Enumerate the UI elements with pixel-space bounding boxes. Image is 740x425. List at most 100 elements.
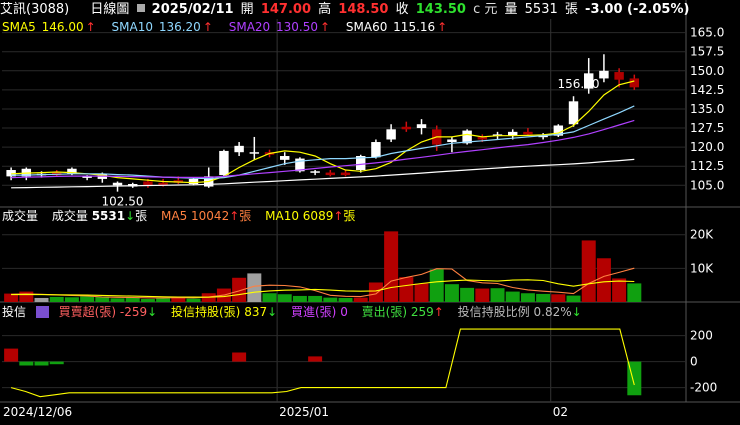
legend-sma20-arrow: ↑ [320,20,331,34]
inst-net-bar [308,356,323,362]
volume-bar [490,288,505,302]
open-value: 147.00 [260,2,311,17]
candle-body [219,150,229,176]
net-arrow: ↓ [147,305,158,319]
close-label: 收 [395,2,409,17]
candle-body [249,152,260,154]
candle-body [599,70,609,79]
inst-net-bar [4,348,19,362]
legend-sma5-arrow: ↑ [85,20,96,34]
legend-sma10-arrow: ↑ [202,20,213,34]
ma10-label: MA10 [265,209,299,223]
inst-tick-label: 200 [690,329,713,343]
price-tick-label: 120.0 [690,140,724,154]
candle-body [447,139,457,143]
net-label: 買賣超(張) [58,305,117,319]
candle-body [325,172,336,176]
volume-bar [262,293,277,302]
price-annotation: 156.50 [558,77,600,91]
inst-net-bar [19,361,34,366]
x-axis-label: 2024/12/06 [3,405,72,419]
close-value: 143.50 [415,2,466,17]
volume-panel-title: 成交量 [2,209,39,223]
change-value: -3.00 (-2.05%) [585,2,690,17]
menu-icon[interactable] [35,306,49,318]
volume-bar [384,231,399,302]
price-tick-label: 112.5 [690,159,724,173]
volume-value: 5531 [91,209,126,223]
institutional-title: 投信 [2,305,27,319]
x-axis-label: 02 [553,405,568,419]
volume-legend: 成交量 成交量 5531↓張 MA5 10042↑張 MA10 6089↑張 [2,208,355,224]
volume-bar [612,278,627,302]
high-label: 高 [318,2,332,17]
volume-bar [110,298,125,302]
legend-sma5-value: 146.00 [41,20,84,34]
ma5-value: 10042 [191,209,230,223]
open-label: 開 [240,2,254,17]
buy-label: 買進(張) [291,305,337,319]
candle-body [234,145,244,153]
volume-bar [80,296,95,302]
volume-tick-label: 20K [690,228,714,242]
candle-body [401,126,412,130]
volume-tick-label: 10K [690,261,714,275]
ma10-arrow: ↑ [333,209,344,223]
price-tick-label: 150.0 [690,64,724,78]
price-tick-label: 105.0 [690,178,724,192]
candle-body [568,101,579,125]
holding-value: 837 [244,305,268,319]
candle-body [416,124,427,129]
candle-body [112,182,123,186]
candle-body [310,171,320,173]
ratio-label: 投信持股比例 [457,305,530,319]
ma5-label: MA5 [161,209,188,223]
volume-bar [64,297,79,302]
volume-bar [627,283,642,302]
sell-label: 賣出(張) [361,305,408,319]
price-tick-label: 165.0 [690,26,724,40]
stock-name[interactable]: 艾訊(3088) [0,2,69,17]
volume-bar [292,295,307,302]
volume-bar [353,297,368,302]
inst-tick-label: -200 [690,381,717,395]
volume-bar [581,240,596,302]
inst-net-bar [232,352,247,362]
ratio-value: 0.82% [533,305,572,319]
volume-bar [186,298,201,302]
volume-value: 5531 [524,2,558,17]
candle-body [340,172,351,176]
candle-body [386,129,396,140]
volume-bar [308,295,323,302]
volume-bar [551,294,566,302]
volume-bar [125,297,140,302]
quote-date: 2025/02/11 [151,2,234,17]
ma-line-sma20 [11,119,635,179]
chart-kind[interactable]: 日線圖 [90,2,129,17]
volume-ma5-line [11,267,635,299]
volume-unit: 張 [564,2,578,17]
volume-label: 量 [504,2,518,17]
legend-sma20-label: SMA20 [228,20,271,34]
volume-bar [156,298,171,302]
volume-bar [323,297,338,302]
candle-body [629,78,640,88]
volume-bar [444,284,459,302]
volume-bar [277,294,292,302]
price-annotation: 102.50 [102,195,144,209]
x-axis-label: 2025/01 [279,405,329,419]
legend-sma10-label: SMA10 [111,20,153,34]
buy-value: 0 [340,305,348,319]
volume-arrow: ↓ [125,209,136,223]
sell-value: 259 [410,305,434,319]
ma10-value: 6089 [302,209,334,223]
volume-bar [505,291,520,302]
legend-sma10-value: 136.20 [158,20,201,34]
price-tick-label: 135.0 [690,102,724,116]
ma-legend: SMA5 146.00 ↑ SMA10 136.20 ↑ SMA20 130.50 ↑… [2,19,449,35]
legend-sma5-label: SMA5 [2,20,36,34]
net-value: -259 [119,305,148,319]
candle-body [523,131,533,135]
legend-sma60-value: 115.16 [393,20,436,34]
ratio-arrow: ↓ [571,305,582,319]
